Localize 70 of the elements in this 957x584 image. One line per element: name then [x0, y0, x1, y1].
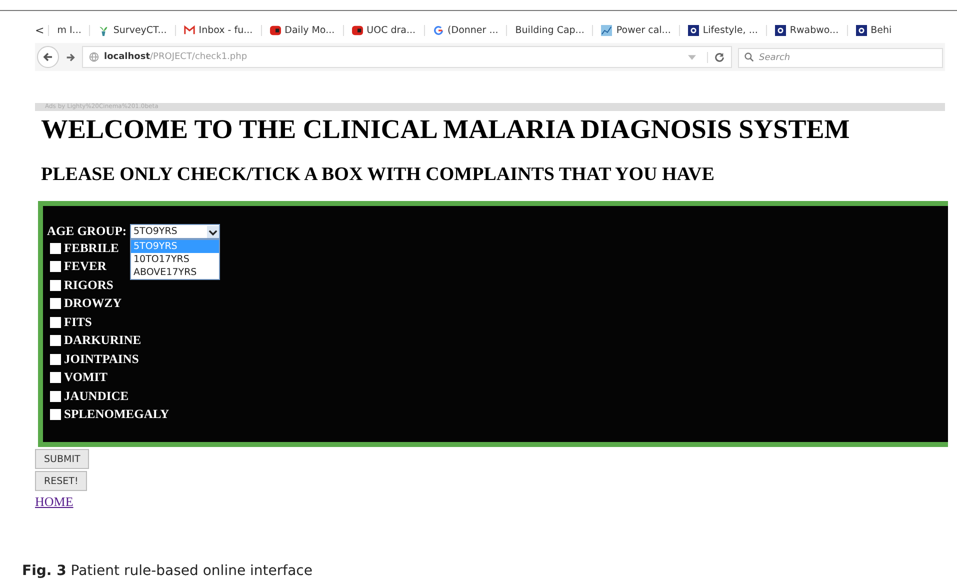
bookmark-label: Daily Mo...	[284, 24, 335, 36]
square-icon	[688, 24, 699, 36]
complaint-label: FITS	[64, 314, 92, 330]
page-title: WELCOME TO THE CLINICAL MALARIA DIAGNOSIS SYSTEM	[41, 113, 850, 145]
search-field[interactable]: Search	[738, 48, 943, 68]
bookmark[interactable]: Behi	[846, 24, 900, 36]
submit-button[interactable]: SUBMIT	[35, 449, 90, 469]
bookmark[interactable]: Building Cap...	[506, 24, 592, 36]
bookmark-label: Inbox - fu...	[198, 24, 253, 36]
complaint-label: JAUNDICE	[64, 388, 129, 404]
bookmark[interactable]: Inbox - fu...	[174, 24, 261, 36]
complaint-label: JOINTPAINS	[64, 352, 139, 367]
bookmark-label: SurveyCT...	[113, 24, 167, 36]
bookmark-label: Rwabwo...	[790, 24, 839, 36]
figure-caption: Fig. 3 Patient rule-based online interface	[22, 563, 314, 579]
dropdown-option[interactable]: ABOVE17YRS	[130, 266, 219, 279]
complaint-label: FEBRILE	[64, 240, 119, 256]
checkbox[interactable]	[50, 242, 61, 254]
globe-icon	[89, 52, 99, 62]
bookmark[interactable]: (Donner ...	[424, 24, 506, 36]
complaint-label: FEVER	[64, 259, 106, 274]
complaint-label: DARKURINE	[64, 333, 142, 348]
home-link[interactable]: HOME	[35, 494, 74, 510]
complaint-label: DROWZY	[64, 296, 122, 312]
checkbox[interactable]	[50, 298, 61, 310]
checkbox[interactable]	[50, 280, 61, 291]
mail-icon	[184, 24, 195, 36]
back-button[interactable]	[37, 46, 59, 68]
complaint-label: VOMIT	[64, 370, 108, 386]
forward-icon[interactable]	[65, 52, 76, 62]
page-subtitle: PLEASE ONLY CHECK/TICK A BOX WITH COMPLAINTS THAT YOU HAVE	[41, 163, 714, 187]
chart-icon	[601, 24, 612, 36]
checkbox[interactable]	[50, 354, 61, 365]
back-icon	[42, 51, 54, 63]
caret-icon	[206, 226, 219, 238]
reload-icon[interactable]	[707, 52, 725, 62]
age-group-select[interactable]: 5TO9YRS	[130, 224, 220, 239]
bookmark-label: Behi	[870, 24, 892, 36]
address-field[interactable]: localhost/PROJECT/check1.php	[82, 46, 732, 68]
age-group-label: AGE GROUP:	[47, 224, 127, 239]
checkbox[interactable]	[50, 316, 61, 328]
plant-icon	[98, 24, 110, 36]
bookmark[interactable]: UOC dra...	[342, 24, 424, 36]
bookmark[interactable]: m I...	[48, 24, 90, 36]
bookmark-label: Lifestyle, ...	[702, 24, 758, 36]
bookmark[interactable]: Daily Mo...	[260, 24, 343, 36]
google-icon	[432, 24, 444, 36]
bookmark[interactable]: Power cal...	[592, 24, 679, 36]
bookmark[interactable]: Lifestyle, ...	[678, 24, 766, 36]
square-icon	[856, 24, 867, 36]
complaint-label: SPLENOMEGALY	[64, 407, 170, 422]
checkbox[interactable]	[50, 372, 61, 384]
bookmark[interactable]: Rwabwo...	[766, 24, 847, 36]
square-icon	[352, 24, 363, 36]
bookmark[interactable]: SurveyCT...	[89, 24, 175, 36]
checkbox[interactable]	[50, 335, 61, 346]
dropdown-option[interactable]: 10TO17YRS	[130, 253, 219, 266]
bookmark-label: m I...	[57, 24, 82, 36]
checkbox[interactable]	[50, 261, 61, 272]
complaint-label: RIGORS	[64, 278, 114, 293]
square-icon	[774, 24, 786, 36]
bookmark-label: Power cal...	[616, 24, 671, 36]
square-icon	[270, 24, 281, 36]
checkbox[interactable]	[50, 409, 61, 420]
checkbox[interactable]	[50, 390, 61, 402]
bookmark-label: Building Cap...	[515, 24, 584, 36]
reset-button[interactable]: RESET!	[35, 471, 88, 491]
bookmark-label: (Donner ...	[448, 24, 498, 36]
overflow-chevron[interactable]: <	[35, 24, 48, 36]
bookmark-label: UOC dra...	[366, 24, 416, 36]
